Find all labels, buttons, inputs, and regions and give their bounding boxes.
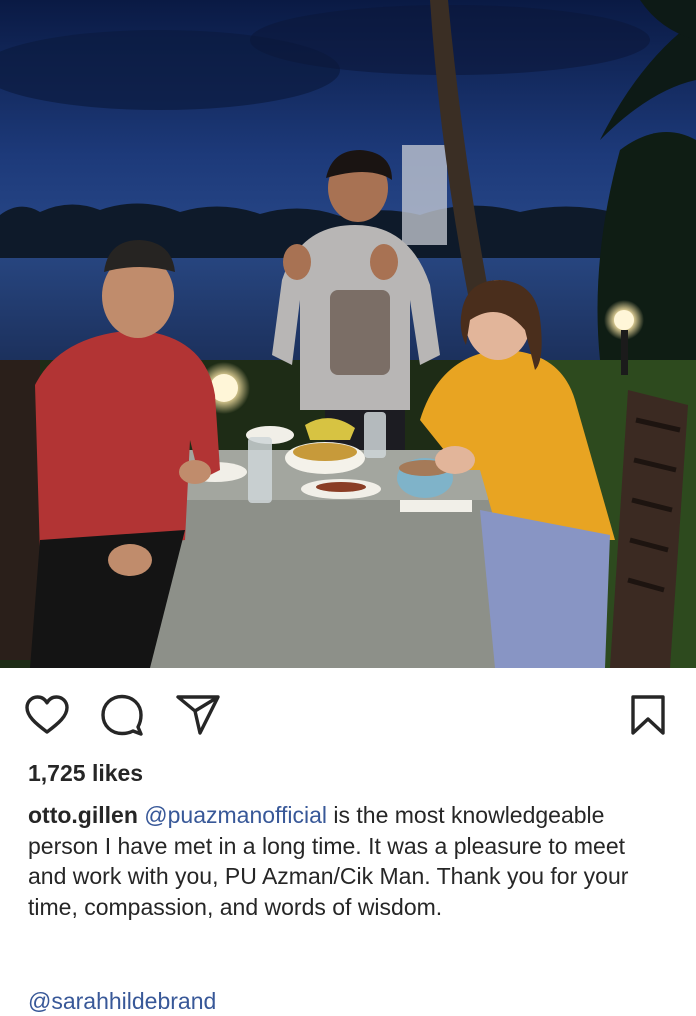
post-photo[interactable] <box>0 0 696 668</box>
comment-icon <box>101 694 143 736</box>
heart-icon <box>25 695 69 734</box>
save-button[interactable] <box>625 692 671 738</box>
like-button[interactable] <box>24 692 70 738</box>
post-photo-illustration <box>0 0 696 668</box>
caption-mention[interactable]: @puazmanofficial <box>144 802 327 828</box>
post-caption: otto.gillen @puazmanofficial is the most… <box>28 800 668 922</box>
share-button[interactable] <box>175 692 221 738</box>
post-action-bar <box>0 668 696 760</box>
paper-plane-icon <box>176 695 220 735</box>
caption-username[interactable]: otto.gillen <box>28 802 138 828</box>
comment-button[interactable] <box>99 692 145 738</box>
tagged-user-mention[interactable]: @sarahhildebrand <box>28 986 216 1016</box>
likes-count[interactable]: 1,725 likes <box>28 760 143 786</box>
bookmark-icon <box>631 695 665 735</box>
